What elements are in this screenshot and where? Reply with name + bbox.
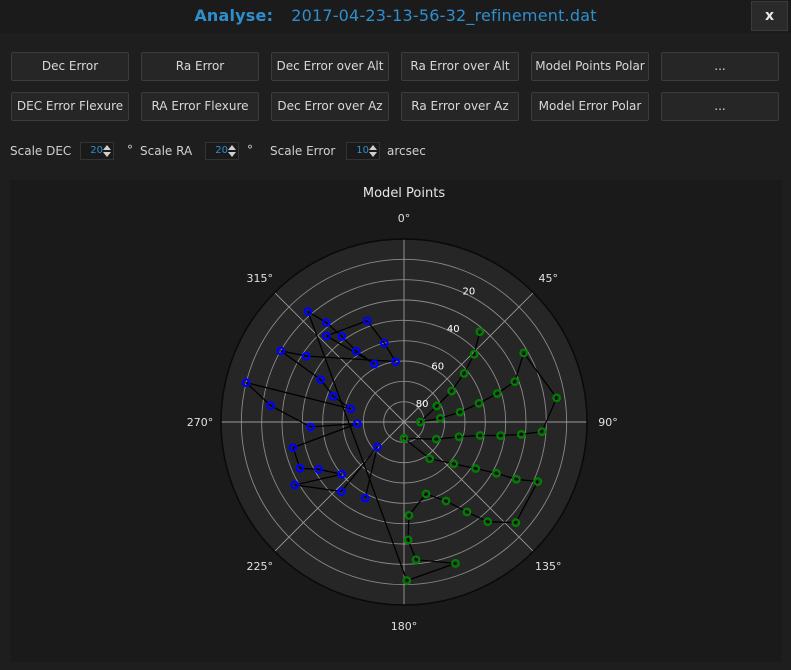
- radial-tick-label: 20: [462, 287, 475, 298]
- polar-grid: [220, 238, 588, 606]
- scale-dec-unit: °: [127, 143, 133, 157]
- dec-error-flexure-button[interactable]: DEC Error Flexure: [11, 92, 129, 121]
- more-button-1[interactable]: ...: [661, 52, 779, 81]
- scale-ra-spinbox[interactable]: 20: [205, 142, 239, 160]
- scale-error-unit: arcsec: [387, 144, 426, 158]
- ra-error-over-alt-button[interactable]: Ra Error over Alt: [401, 52, 519, 81]
- scale-ra-down-arrow-icon[interactable]: [227, 151, 237, 158]
- ra-error-flexure-button[interactable]: RA Error Flexure: [141, 92, 259, 121]
- scale-error-spinbox[interactable]: 10: [346, 142, 380, 160]
- scale-error-down-arrow-icon[interactable]: [368, 151, 378, 158]
- scale-error-value: 10: [356, 145, 369, 156]
- scale-dec-value: 20: [90, 145, 103, 156]
- window-title: Analyse: 2017-04-23-13-56-32_refinement.d…: [0, 6, 791, 25]
- radial-tick-label: 40: [447, 324, 460, 335]
- scale-dec-spinbox[interactable]: 20: [80, 142, 114, 160]
- title-bar: Analyse: 2017-04-23-13-56-32_refinement.d…: [0, 0, 791, 33]
- model-points-polar-button[interactable]: Model Points Polar: [531, 52, 649, 81]
- theta-tick-label: 135°: [535, 560, 562, 573]
- model-path-segment: [403, 437, 437, 440]
- theta-tick-label: 90°: [598, 416, 618, 429]
- theta-tick-label: 180°: [391, 620, 418, 633]
- scale-ra-unit: °: [247, 143, 253, 157]
- dec-error-over-alt-button[interactable]: Dec Error over Alt: [271, 52, 389, 81]
- scale-dec-label: Scale DEC: [10, 144, 72, 158]
- scale-error-label: Scale Error: [270, 144, 336, 158]
- more-button-2[interactable]: ...: [661, 92, 779, 121]
- model-error-polar-button[interactable]: Model Error Polar: [531, 92, 649, 121]
- theta-tick-label: 0°: [398, 212, 411, 225]
- radial-tick-label: 80: [416, 399, 429, 410]
- scale-dec-down-arrow-icon[interactable]: [102, 151, 112, 158]
- ra-error-button[interactable]: Ra Error: [141, 52, 259, 81]
- theta-tick-label: 45°: [538, 272, 558, 285]
- radial-tick-label: 60: [431, 362, 444, 373]
- ra-error-over-az-button[interactable]: Ra Error over Az: [401, 92, 519, 121]
- theta-tick-label: 315°: [247, 272, 274, 285]
- plot-area: Model Points 0° 45° 90° 135° 180° 225° 270° 315…: [10, 180, 782, 662]
- chart-title: Model Points: [363, 186, 445, 201]
- theta-tick-label: 270°: [187, 416, 214, 429]
- dec-error-button[interactable]: Dec Error: [11, 52, 129, 81]
- theta-tick-label: 225°: [247, 560, 274, 573]
- scale-ra-up-arrow-icon[interactable]: [227, 144, 237, 151]
- scale-dec-up-arrow-icon[interactable]: [102, 144, 112, 151]
- scale-ra-value: 20: [215, 145, 228, 156]
- title-label: Analyse:: [194, 6, 274, 25]
- dec-error-over-az-button[interactable]: Dec Error over Az: [271, 92, 389, 121]
- polar-chart: Model Points 0° 45° 90° 135° 180° 225° 270° 315…: [187, 186, 618, 633]
- title-filename: 2017-04-23-13-56-32_refinement.dat: [291, 6, 597, 25]
- scale-ra-label: Scale RA: [140, 144, 193, 158]
- scale-error-up-arrow-icon[interactable]: [368, 144, 378, 151]
- close-button[interactable]: x: [751, 1, 788, 31]
